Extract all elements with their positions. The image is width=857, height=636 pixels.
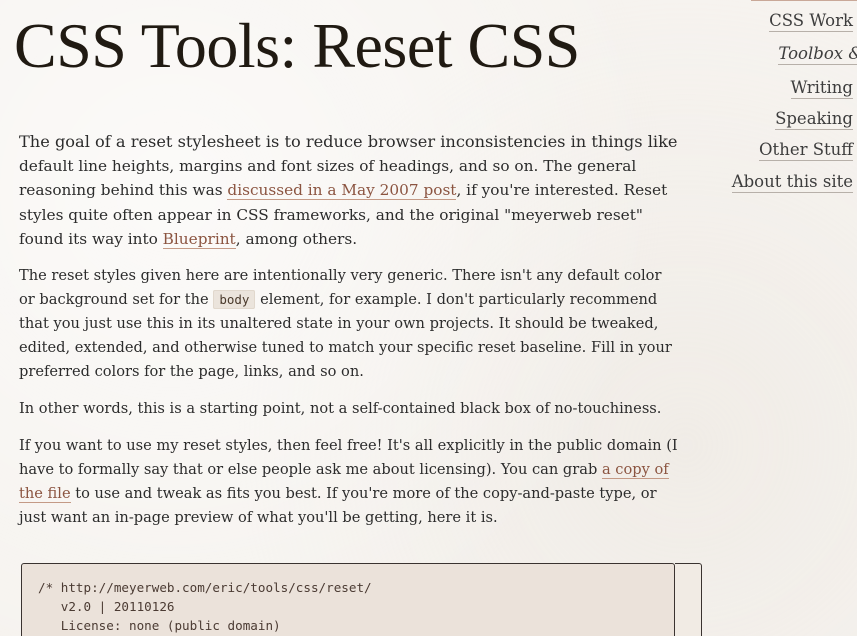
nav-item-speaking[interactable]: Speaking bbox=[775, 109, 853, 130]
usage-text-a: If you want to use my reset styles, then… bbox=[19, 436, 678, 478]
nav-item-toolbox[interactable]: Toolbox & bbox=[778, 44, 857, 65]
paragraph-intro: The goal of a reset stylesheet is to red… bbox=[19, 130, 679, 251]
code-line: v2.0 | 20110126 bbox=[38, 599, 175, 614]
blueprint-link[interactable]: Blueprint bbox=[162, 229, 236, 249]
body-code: body bbox=[213, 289, 256, 309]
code-block-scroll-strip bbox=[675, 563, 702, 636]
usage-text-b: to use and tweak as fits you best. If yo… bbox=[19, 485, 657, 527]
intro-text-c: , among others. bbox=[235, 229, 358, 248]
reset-css-code-block[interactable]: /* http://meyerweb.com/eric/tools/css/re… bbox=[21, 563, 675, 636]
nav-item-about[interactable]: About this site bbox=[731, 172, 853, 193]
nav-item-writing[interactable]: Writing bbox=[790, 78, 853, 99]
paragraph-starting-point: In other words, this is a starting point… bbox=[19, 400, 662, 418]
paragraph-generic: The reset styles given here are intentio… bbox=[19, 264, 679, 385]
lede-text: The goal of a reset stylesheet is to red… bbox=[19, 132, 678, 151]
article-content: The goal of a reset stylesheet is to red… bbox=[19, 130, 679, 543]
paragraph-usage: If you want to use my reset styles, then… bbox=[19, 434, 679, 531]
code-line: /* http://meyerweb.com/eric/tools/css/re… bbox=[38, 580, 372, 595]
site-navigation: CSS Work Toolbox & Writing Speaking Othe… bbox=[717, 0, 857, 210]
nav-top-rule bbox=[751, 0, 857, 1]
nav-item-css-work[interactable]: CSS Work bbox=[769, 11, 853, 32]
may-2007-post-link[interactable]: discussed in a May 2007 post bbox=[227, 181, 457, 201]
page-title: CSS Tools: Reset CSS bbox=[14, 10, 580, 81]
code-line: License: none (public domain) bbox=[38, 618, 281, 633]
nav-item-other-stuff[interactable]: Other Stuff bbox=[759, 140, 853, 161]
